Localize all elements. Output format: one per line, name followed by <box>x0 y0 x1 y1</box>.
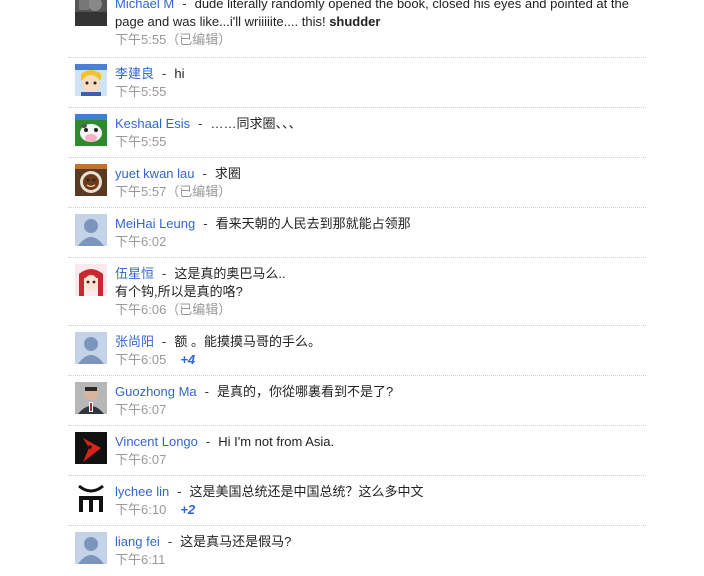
avatar[interactable] <box>75 382 107 414</box>
separator: - <box>202 166 207 181</box>
plus-one-count[interactable]: +2 <box>180 502 195 517</box>
timestamp: 下午6:07 <box>115 452 167 467</box>
timestamp: 下午6:07 <box>115 402 167 417</box>
author-link[interactable]: Michael M <box>115 0 174 11</box>
timestamp: 下午6:11 <box>115 552 166 567</box>
separator: - <box>162 334 167 349</box>
author-link[interactable]: Guozhong Ma <box>115 384 197 399</box>
cow-icon <box>75 114 107 146</box>
timestamp: 下午6:02 <box>115 234 167 249</box>
author-link[interactable]: 张尚阳 <box>115 334 154 349</box>
anime-boy-icon <box>75 64 107 96</box>
timestamp: 下午6:05 <box>115 352 167 367</box>
person-photo-icon <box>75 382 107 414</box>
comment-text: 额 。能摸摸马哥的手么。 <box>174 334 321 349</box>
coffee-cup-icon <box>75 164 107 196</box>
comment-text: Hi I'm not from Asia. <box>218 434 335 449</box>
timestamp: 下午6:06（已编辑） <box>115 302 232 317</box>
comment-list: Michael M - dude literally randomly opened… <box>68 0 646 576</box>
separator: - <box>162 66 167 81</box>
comment-item: Vincent Longo - Hi I'm not from Asia. 下午6:… <box>68 426 646 476</box>
timestamp: 下午5:55 <box>115 134 167 149</box>
separator: - <box>205 434 211 449</box>
author-link[interactable]: Keshaal Esis <box>115 116 190 131</box>
comment-item: Michael M - dude literally randomly opened… <box>68 0 646 58</box>
separator: - <box>204 384 210 399</box>
comment-text: hi <box>174 66 185 81</box>
comment-text: ……同求圈、、、 <box>210 116 302 131</box>
author-link[interactable]: 李建良 <box>115 66 154 81</box>
comment-text: 这是真的奥巴马么.. <box>174 266 286 281</box>
separator: - <box>177 484 182 499</box>
avatar[interactable] <box>75 482 107 514</box>
photo-icon <box>75 0 107 26</box>
comment-item: lychee lin - 这是美国总统还是中国总统？这么多中文 下午6:10 +2 <box>68 476 646 526</box>
separator: - <box>167 534 173 549</box>
timestamp: 下午5:57（已编辑） <box>115 184 232 199</box>
avatar[interactable] <box>75 432 107 464</box>
comment-text: 求圈 <box>214 166 241 181</box>
comment-text: 是真的，你從哪裏看到不是了? <box>217 384 394 399</box>
avatar[interactable] <box>75 214 107 246</box>
comment-item: MeiHai Leung - 看来天朝的人民去到那就能占领那 下午6:02 <box>68 208 646 258</box>
plus-one-count[interactable]: +4 <box>180 352 195 367</box>
separator: - <box>198 116 203 131</box>
timestamp: 下午6:10 <box>115 502 167 517</box>
comment-item: 李建良 - hi 下午5:55 <box>68 58 646 108</box>
comment-item: Guozhong Ma - 是真的，你從哪裏看到不是了? 下午6:07 <box>68 376 646 426</box>
avatar[interactable] <box>75 164 107 196</box>
avatar[interactable] <box>75 532 107 564</box>
comment-item: yuet kwan lau - 求圈 下午5:57（已编辑） <box>68 158 646 208</box>
anime-girl-icon <box>75 264 107 296</box>
comment-text: 看来天朝的人民去到那就能占领那 <box>215 216 411 231</box>
avatar[interactable] <box>75 0 107 26</box>
avatar[interactable] <box>75 264 107 296</box>
timestamp: 下午5:55 <box>115 84 167 99</box>
red-bird-icon <box>75 432 107 464</box>
comment-item: 伍星恒 - 这是真的奥巴马么.. 有个钩,所以是真的咯? 下午6:06（已编辑） <box>68 258 646 326</box>
comment-item: Keshaal Esis - ……同求圈、、、 下午5:55 <box>68 108 646 158</box>
default-person-icon <box>75 532 107 564</box>
author-link[interactable]: liang fei <box>115 534 160 549</box>
separator: - <box>203 216 208 231</box>
comment-item: liang fei - 这是真马还是假马? 下午6:11 <box>68 526 646 576</box>
default-person-icon <box>75 332 107 364</box>
author-link[interactable]: yuet kwan lau <box>115 166 195 181</box>
author-link[interactable]: lychee lin <box>115 484 169 499</box>
separator: - <box>182 0 187 11</box>
m-logo-icon <box>75 482 107 514</box>
avatar[interactable] <box>75 64 107 96</box>
avatar[interactable] <box>75 332 107 364</box>
avatar[interactable] <box>75 114 107 146</box>
default-person-icon <box>75 214 107 246</box>
author-link[interactable]: MeiHai Leung <box>115 216 195 231</box>
comment-item: 张尚阳 - 额 。能摸摸马哥的手么。 下午6:05 +4 <box>68 326 646 376</box>
author-link[interactable]: 伍星恒 <box>115 266 154 281</box>
author-link[interactable]: Vincent Longo <box>115 434 198 449</box>
comment-text-line2: 有个钩,所以是真的咯? <box>115 284 243 299</box>
timestamp: 下午5:55（已编辑） <box>115 32 232 47</box>
comment-text: 这是美国总统还是中国总统？这么多中文 <box>189 484 424 499</box>
separator: - <box>162 266 167 281</box>
bold-text: shudder <box>329 14 381 29</box>
comment-text: 这是真马还是假马? <box>180 534 292 549</box>
